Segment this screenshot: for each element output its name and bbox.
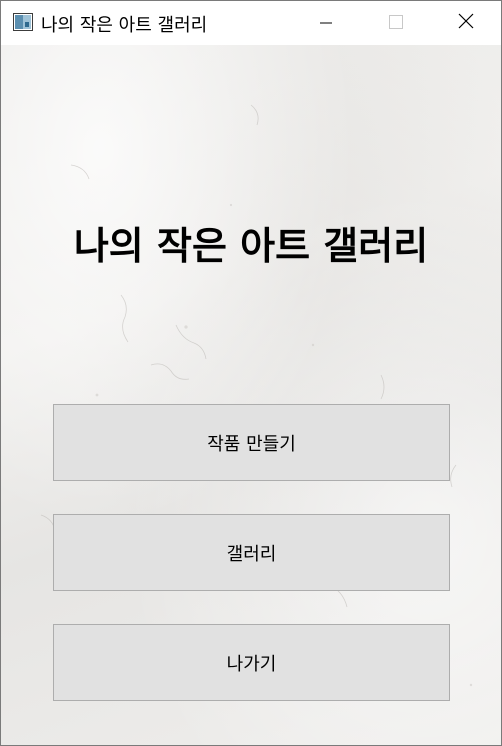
window-title: 나의 작은 아트 갤러리 (41, 15, 208, 36)
exit-button[interactable]: 나가기 (53, 624, 450, 701)
app-window: 나의 작은 아트 갤러리 나의 작은 아트 갤러리 작품 만들기 갤러리 나가기 (0, 0, 502, 746)
main-panel: 나의 작은 아트 갤러리 작품 만들기 갤러리 나가기 (1, 45, 501, 745)
gallery-button[interactable]: 갤러리 (53, 514, 450, 591)
maximize-button[interactable] (361, 1, 431, 45)
create-artwork-button[interactable]: 작품 만들기 (53, 404, 450, 481)
close-icon (458, 13, 474, 33)
maximize-icon (389, 14, 403, 33)
title-bar[interactable]: 나의 작은 아트 갤러리 (1, 1, 501, 45)
close-button[interactable] (431, 1, 501, 45)
minimize-button[interactable] (291, 1, 361, 45)
app-window-icon (13, 13, 33, 31)
minimize-icon (320, 14, 332, 33)
page-title: 나의 작은 아트 갤러리 (73, 223, 429, 268)
